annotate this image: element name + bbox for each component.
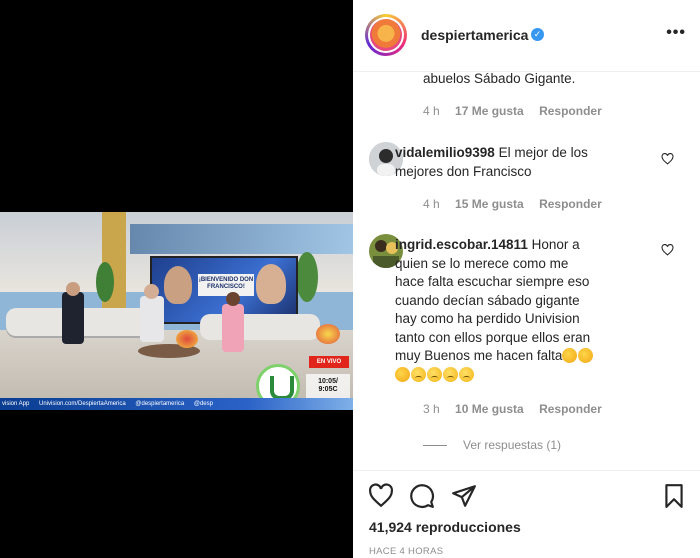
comments-list[interactable]: abuelos Sábado Gigante. 4 h 17 Me gusta … [353, 72, 700, 470]
host-figure [222, 304, 244, 352]
comment-text: quien se lo merece como me [395, 255, 569, 271]
comment-body: ingrid.escobar.14811 Honor a quien se lo… [395, 236, 645, 384]
comment-like-heart-icon[interactable] [661, 244, 674, 256]
video-pane[interactable]: ¡BIENVENIDO DON FRANCISCO! EN VIVO 10:05… [0, 0, 353, 558]
clock-time: 10:05/ [318, 378, 338, 385]
studio-window [130, 224, 353, 254]
comment-likes[interactable]: 10 Me gusta [455, 402, 524, 416]
comment-text: El mejor de los [494, 145, 588, 160]
comment-icon[interactable] [409, 483, 435, 509]
broadcast-clock: 10:05/ 9:05C [306, 374, 350, 398]
heart-icon[interactable] [368, 483, 394, 509]
post-actions: 41,924 reproducciones HACE 4 HORAS [353, 470, 700, 558]
ticker-item: Univision.com/DespiertaAmerica [39, 401, 126, 407]
despierta-america-logo-icon [370, 19, 402, 51]
comment-text: muy Buenos me hacen falta [395, 348, 563, 363]
share-icon[interactable] [451, 483, 477, 509]
studio-sofa [200, 314, 320, 340]
screen-portrait [164, 266, 192, 304]
post-header: despiertamerica ✓ ••• [353, 0, 700, 72]
comment-time: 4 h [423, 104, 440, 118]
views-label: reproducciones [415, 519, 521, 535]
comment-text: abuelos Sábado Gigante. [423, 72, 576, 86]
comment-text: cuando decían sábado gigante [395, 292, 580, 308]
comment-likes[interactable]: 15 Me gusta [455, 197, 524, 211]
host-figure [62, 292, 84, 344]
reply-button[interactable]: Responder [539, 197, 602, 211]
host-head [66, 282, 80, 296]
ticker-item: vision App [2, 401, 30, 407]
comment-likes[interactable]: 17 Me gusta [455, 104, 524, 118]
comment-text: Honor a [527, 237, 580, 252]
comment-time: 4 h [423, 197, 440, 211]
post-side-panel: despiertamerica ✓ ••• abuelos Sábado Gig… [353, 0, 700, 558]
studio-plant [96, 262, 114, 302]
comment-meta: 4 h 17 Me gusta Responder [423, 104, 602, 118]
clock-time-central: 9:05C [318, 386, 338, 393]
comment-text: tanto con ellos porque ellos eran [395, 329, 591, 345]
ticker-item: @despiertamerica [135, 401, 185, 407]
more-options-button[interactable]: ••• [666, 24, 686, 42]
clapping-emoji-icon [562, 348, 578, 363]
studio-plant [296, 252, 318, 302]
comment-text: hace falta escuchar siempre eso [395, 274, 590, 289]
view-replies-button[interactable]: Ver respuestas (1) [423, 438, 561, 452]
screen-portrait [256, 264, 286, 304]
flower-arrangement [176, 330, 198, 348]
comment-body: vidalemilio9398 El mejor de los mejores … [395, 144, 640, 181]
clapping-emoji-icon [578, 348, 594, 363]
screen-banner: ¡BIENVENIDO DON FRANCISCO! [198, 274, 254, 296]
view-replies-label: Ver respuestas (1) [463, 438, 562, 452]
sad-emoji-icon [459, 366, 474, 382]
reply-button[interactable]: Responder [539, 104, 602, 118]
ticker-item: @desp [193, 401, 213, 407]
comment-text: mejores don Francisco [395, 163, 532, 179]
comment-username[interactable]: vidalemilio9398 [395, 145, 495, 160]
verified-badge-icon: ✓ [531, 28, 544, 41]
flower-arrangement [316, 324, 340, 344]
comment-meta: 4 h 15 Me gusta Responder [423, 197, 602, 211]
broadcast-ticker: vision App Univision.com/DespiertaAmeric… [0, 398, 353, 410]
live-badge: EN VIVO [309, 356, 349, 368]
sad-emoji-icon [411, 366, 426, 382]
reply-button[interactable]: Responder [539, 402, 602, 416]
guest-head [144, 284, 159, 299]
avatar-frame [368, 17, 404, 53]
profile-avatar[interactable] [365, 14, 407, 56]
bookmark-icon[interactable] [661, 483, 687, 509]
profile-username[interactable]: despiertamerica [421, 27, 528, 43]
video-player[interactable]: ¡BIENVENIDO DON FRANCISCO! EN VIVO 10:05… [0, 212, 353, 410]
host-head [226, 292, 240, 306]
sad-emoji-icon [443, 366, 458, 382]
replies-divider [423, 445, 447, 447]
comment-meta: 3 h 10 Me gusta Responder [423, 402, 602, 416]
comment-username[interactable]: ingrid.escobar.14811 [395, 237, 528, 252]
guest-figure [140, 296, 164, 342]
comment-text: hay como ha perdido Univision [395, 311, 580, 326]
views-number: 41,924 [369, 519, 412, 535]
comment-time: 3 h [423, 402, 440, 416]
post-timestamp: HACE 4 HORAS [369, 546, 444, 557]
sad-emoji-icon [427, 366, 442, 382]
comment-like-heart-icon[interactable] [661, 153, 674, 165]
clapping-emoji-icon [395, 366, 410, 382]
views-count[interactable]: 41,924 reproducciones [369, 519, 521, 535]
